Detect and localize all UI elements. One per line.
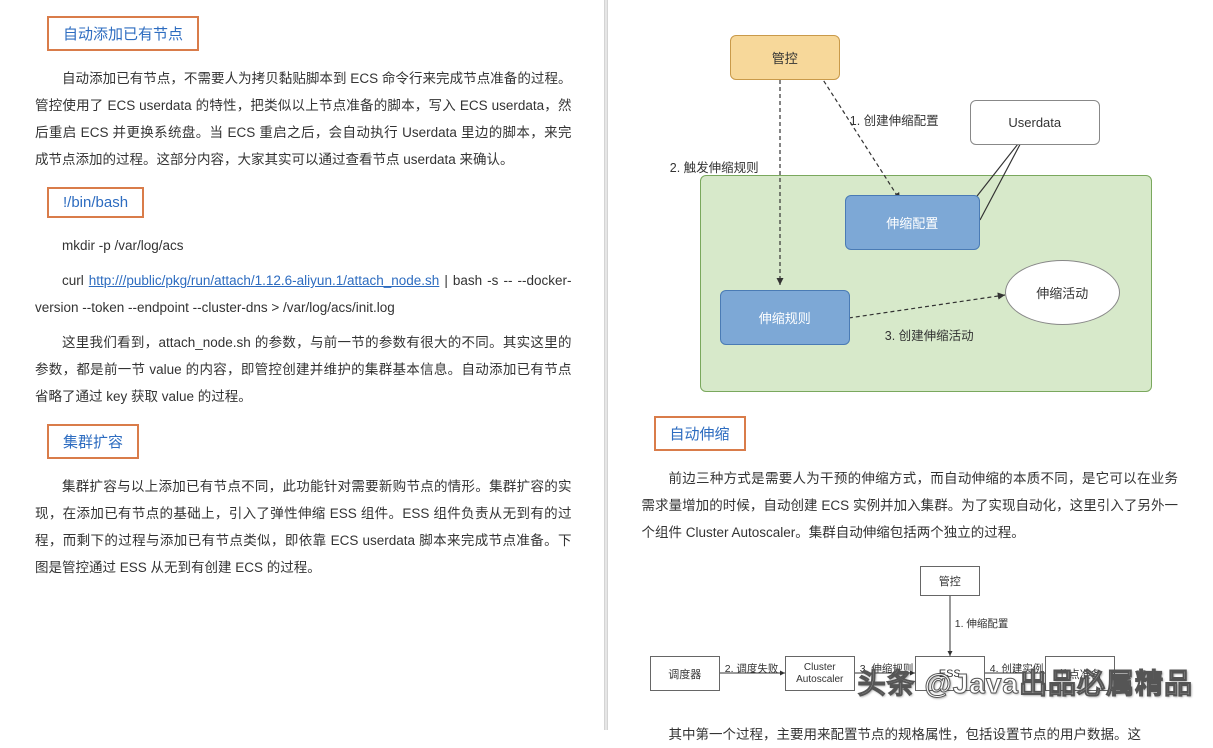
heading-shebang: !/bin/bash	[47, 187, 144, 218]
para-auto-add: 自动添加已有节点，不需要人为拷贝黏贴脚本到 ECS 命令行来完成节点准备的过程。…	[35, 65, 572, 173]
label-trigger-rule: 2. 触发伸缩规则	[670, 157, 759, 176]
heading-auto-scale: 自动伸缩	[654, 416, 746, 451]
label-create-activity: 3. 创建伸缩活动	[885, 325, 974, 344]
diagram-ess-flow: 管控 Userdata 伸缩配置 伸缩规则 伸缩活动 1. 创建伸缩配置 2. …	[670, 20, 1150, 390]
watermark-text: 头条 @Java出品必属精品	[858, 662, 1193, 702]
box-autoscaler: Cluster Autoscaler	[785, 656, 855, 691]
box-control: 管控	[730, 35, 840, 80]
heading-cluster-scale: 集群扩容	[47, 424, 139, 459]
box-scale-rule: 伸缩规则	[720, 290, 850, 345]
code-mkdir: mkdir -p /var/log/acs	[35, 232, 572, 259]
para-cluster-scale: 集群扩容与以上添加已有节点不同，此功能针对需要新购节点的情形。集群扩容的实现，在…	[35, 473, 572, 581]
box-control2: 管控	[920, 566, 980, 596]
label-b2: 2. 调度失败	[725, 661, 779, 676]
box-scheduler: 调度器	[650, 656, 720, 691]
para-process1: 其中第一个过程，主要用来配置节点的规格属性，包括设置节点的用户数据。这	[642, 721, 1179, 748]
attach-node-link[interactable]: http:///public/pkg/run/attach/1.12.6-ali…	[89, 273, 440, 288]
para-attach-node: 这里我们看到，attach_node.sh 的参数，与前一节的参数有很大的不同。…	[35, 329, 572, 410]
heading-auto-add: 自动添加已有节点	[47, 16, 199, 51]
para-auto-scale: 前边三种方式是需要人为干预的伸缩方式，而自动伸缩的本质不同，是它可以在业务需求量…	[642, 465, 1179, 546]
box-userdata: Userdata	[970, 100, 1100, 145]
code-curl-prefix: curl	[62, 273, 89, 288]
label-create-config: 1. 创建伸缩配置	[850, 110, 939, 129]
column-divider	[604, 0, 608, 730]
box-scale-activity: 伸缩活动	[1005, 260, 1120, 325]
code-curl: curl http:///public/pkg/run/attach/1.12.…	[35, 267, 572, 321]
box-scale-config: 伸缩配置	[845, 195, 980, 250]
label-b1: 1. 伸缩配置	[955, 616, 1009, 631]
